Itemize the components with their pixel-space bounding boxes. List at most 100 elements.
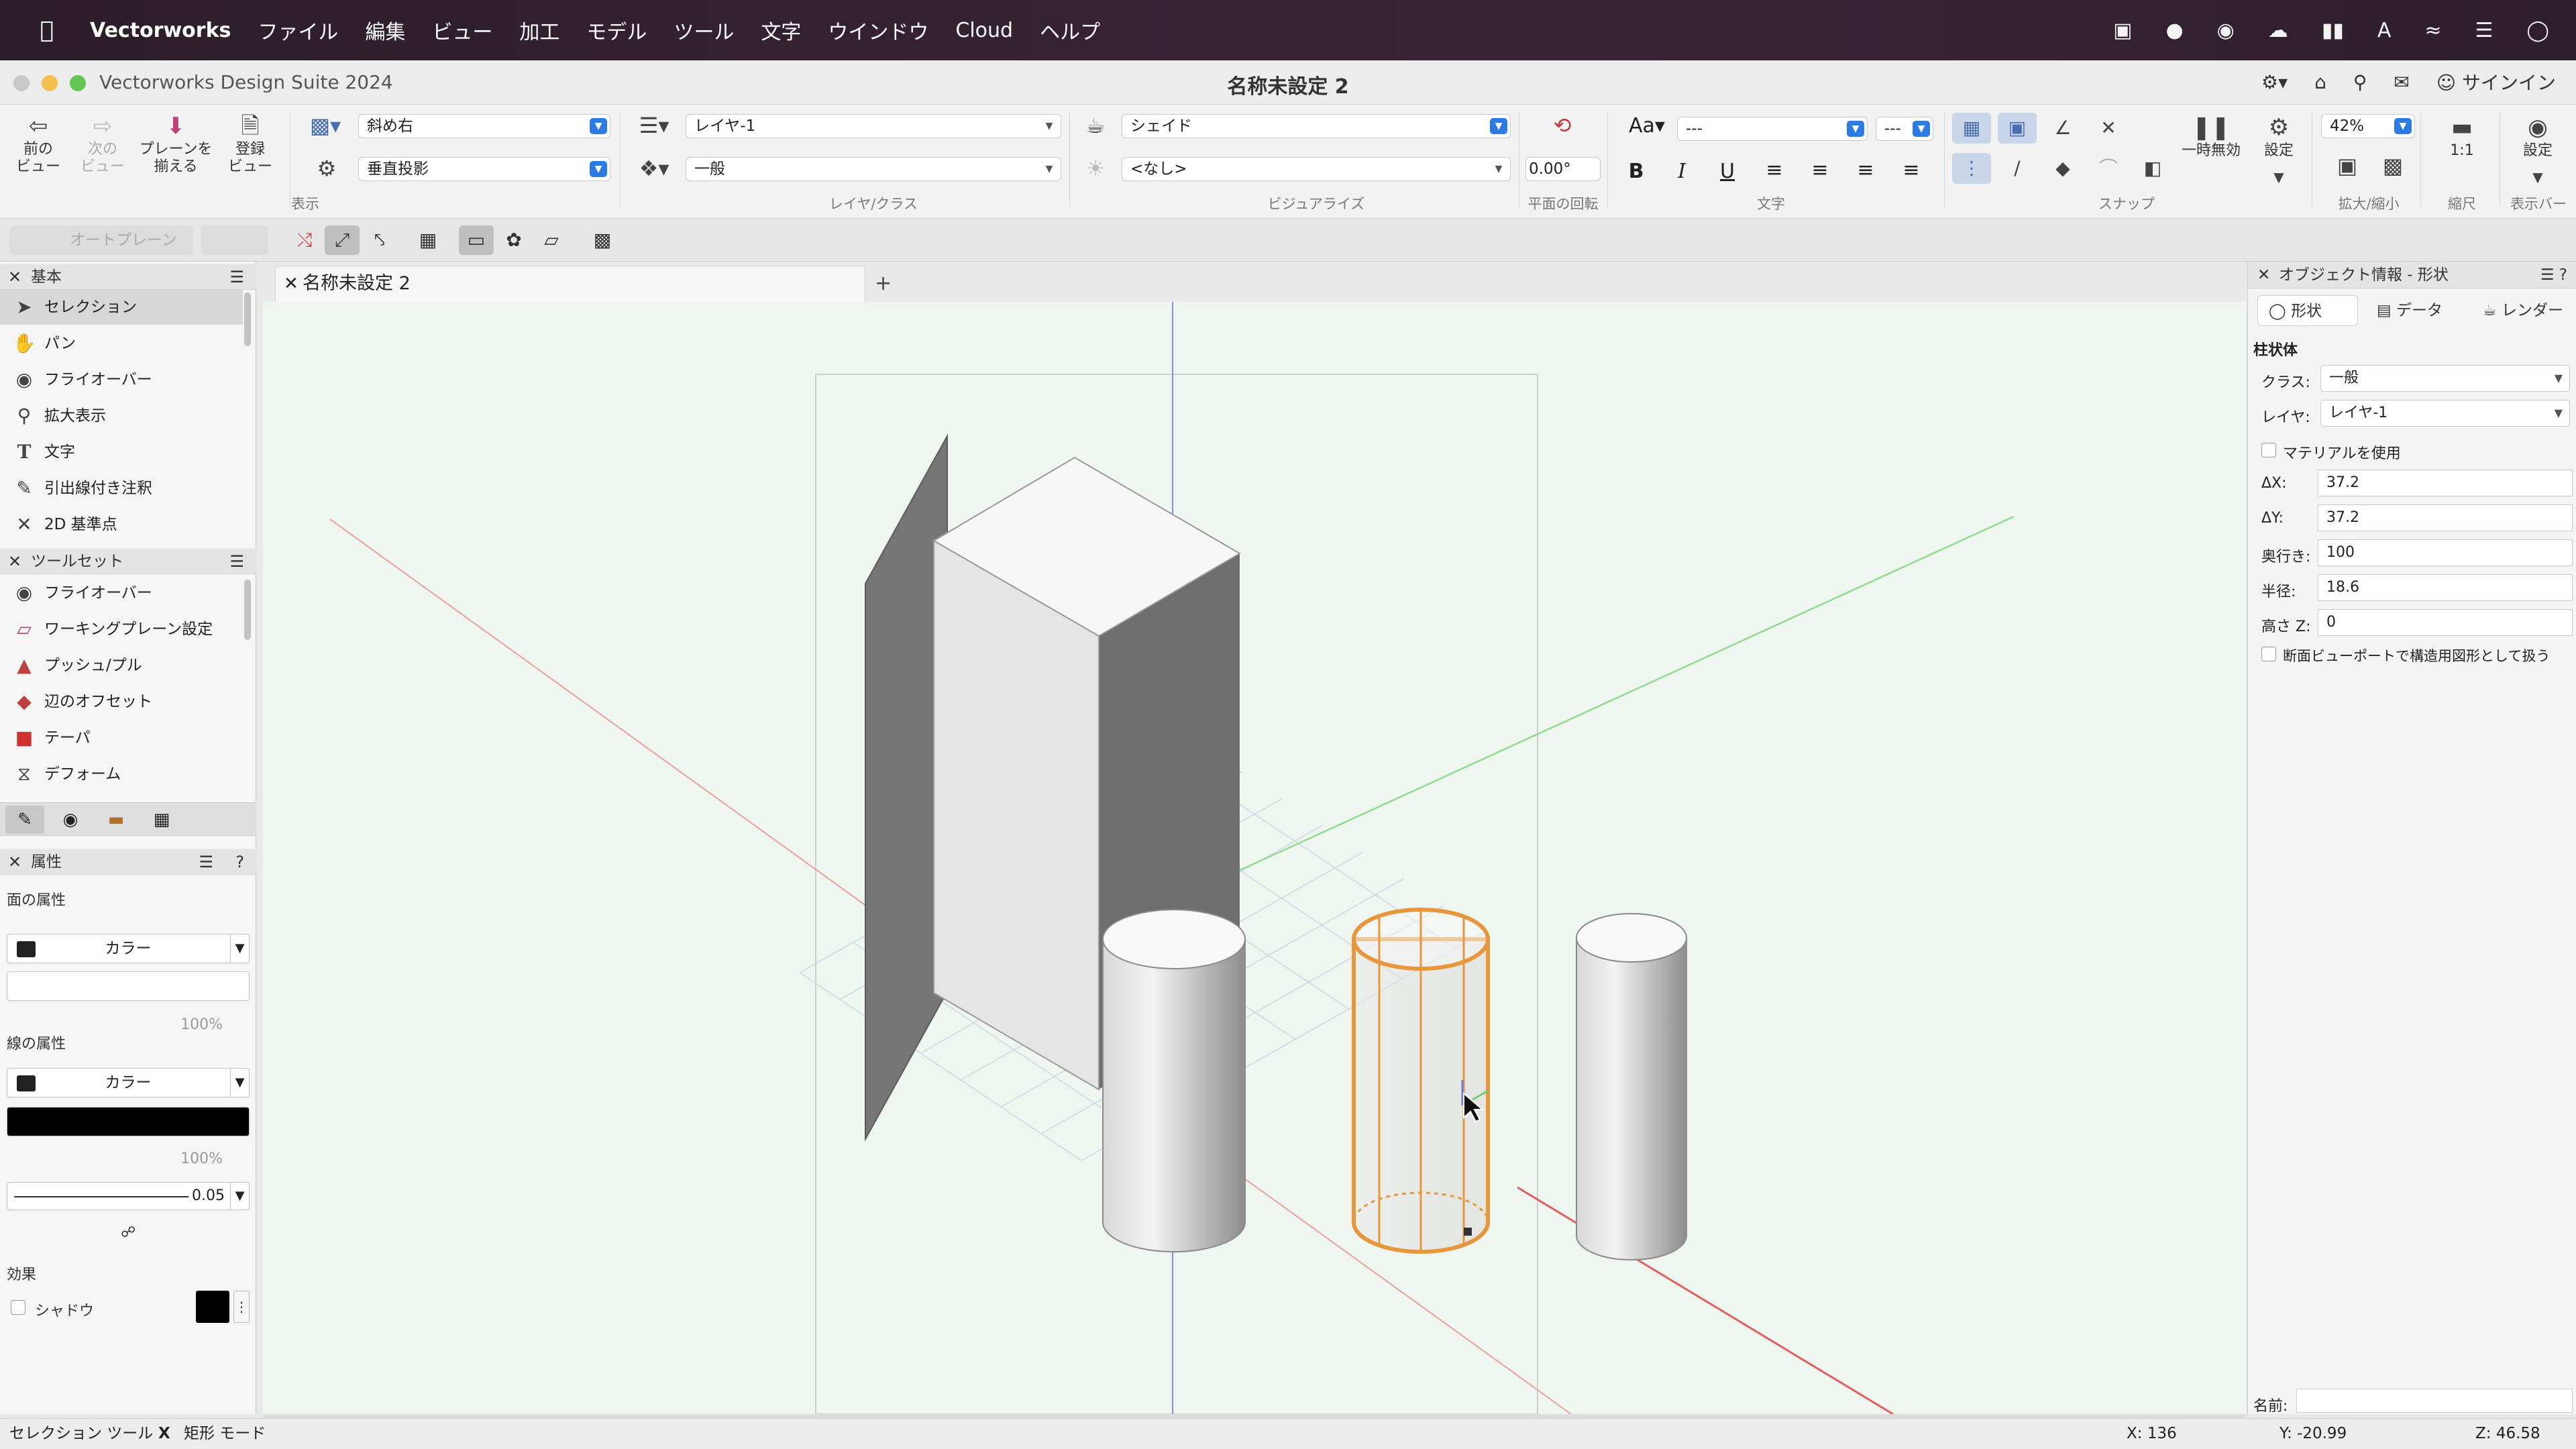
menu-edit[interactable]: 編集 — [365, 15, 405, 45]
tool-flyover-3d[interactable]: ◉ フライオーバー — [0, 576, 243, 610]
unrestricted-scaling-button[interactable]: ⤣ — [362, 225, 397, 255]
screen-record-icon[interactable]: ▣ — [2113, 19, 2132, 42]
depth-field[interactable]: 100 — [2318, 539, 2573, 566]
line-style-select[interactable]: カラー ▼ — [7, 1068, 250, 1097]
close-icon[interactable]: ✕ — [2257, 262, 2270, 288]
fill-style-select[interactable]: カラー ▼ — [7, 934, 250, 963]
document-tab[interactable]: ✕ 名称未設定 2 — [275, 266, 865, 302]
tool-taper[interactable]: ■ テーパ — [0, 720, 243, 755]
focus-icon[interactable]: ● — [2165, 19, 2183, 42]
radius-field[interactable]: 18.6 — [2318, 574, 2573, 601]
search-icon[interactable]: ⚲ — [2353, 71, 2367, 93]
snap-point-button[interactable]: ◆ — [2043, 153, 2082, 184]
disable-interactive-scaling-button[interactable]: ⤭ — [287, 225, 322, 255]
structural-checkbox[interactable] — [2261, 647, 2276, 661]
palette-menu-icon[interactable]: ☰ — [229, 264, 244, 290]
bold-button[interactable]: B — [1619, 160, 1653, 183]
render-mode-select[interactable]: シェイド ▼ — [1122, 114, 1511, 138]
close-window-button[interactable] — [13, 75, 30, 91]
cylinder-right[interactable] — [1576, 913, 1687, 1260]
scale-button[interactable]: ▬ 1:1 — [2428, 113, 2496, 160]
3d-scene[interactable] — [263, 302, 2246, 1414]
toolset-palette-scrollbar[interactable] — [244, 580, 251, 640]
z-height-field[interactable]: 0 — [2318, 609, 2573, 636]
saved-views-button[interactable]: 🗎 登録 ビュー — [221, 111, 279, 176]
italic-button[interactable]: I — [1665, 160, 1699, 183]
chevron-down-icon[interactable]: ▼ — [2521, 169, 2555, 185]
plan-rotation-icon[interactable]: ⟲ — [1546, 113, 1579, 138]
close-icon[interactable]: ✕ — [8, 549, 21, 574]
menu-help[interactable]: ヘルプ — [1040, 15, 1100, 45]
shadow-checkbox[interactable] — [11, 1300, 25, 1315]
tool-preferences-button[interactable]: ▩ — [585, 225, 620, 255]
link-icon[interactable]: ☍ — [121, 1220, 136, 1246]
line-color-box[interactable] — [7, 1107, 250, 1136]
underline-button[interactable]: U — [1711, 160, 1744, 183]
snap-pause-button[interactable]: ❚❚ 一時無効 — [2176, 113, 2246, 160]
snap-grid-button[interactable]: ▦ — [1952, 113, 1991, 144]
tool-pan[interactable]: ✋ パン — [0, 326, 243, 361]
close-icon[interactable]: ✕ — [8, 849, 21, 875]
autoplane-button[interactable]: オートプレーン — [9, 225, 193, 255]
add-tab-button[interactable]: + — [875, 266, 892, 302]
palette-menu-icon[interactable]: ☰ — [199, 849, 213, 875]
view-select[interactable]: 斜め右 ▼ — [358, 114, 610, 138]
line-opacity[interactable]: 100% — [7, 1144, 250, 1174]
chevron-down-icon[interactable]: ▼ — [2262, 169, 2296, 185]
menu-modify[interactable]: 加工 — [519, 15, 559, 45]
menu-view[interactable]: ビュー — [432, 15, 492, 45]
help-icon[interactable]: ? — [235, 849, 244, 875]
tool-2d-locus[interactable]: ✕ 2D 基準点 — [0, 507, 243, 542]
snap-plane-button[interactable]: ◧ — [2133, 153, 2172, 184]
dimension-toolset-icon[interactable]: ▬ — [97, 806, 136, 834]
tool-push-pull[interactable]: ▲ プッシュ/プル — [0, 648, 243, 683]
snap-tangent-button[interactable]: ∕ — [1998, 153, 2037, 184]
snap-edge-button[interactable]: ⌒ — [2089, 153, 2128, 184]
mail-icon[interactable]: ✉ — [2394, 71, 2409, 93]
menu-window[interactable]: ウインドウ — [828, 15, 928, 45]
classes-icon[interactable]: ❖▾ — [631, 156, 678, 181]
basic-palette-scrollbar[interactable] — [244, 292, 251, 346]
close-icon[interactable]: ✕ — [8, 264, 21, 290]
menu-text[interactable]: 文字 — [761, 15, 801, 45]
tab-data[interactable]: ▤ データ — [2366, 295, 2467, 326]
use-material-checkbox[interactable] — [2261, 443, 2276, 458]
siri-icon[interactable]: ◯ — [2526, 19, 2549, 42]
menu-model[interactable]: モデル — [586, 15, 647, 45]
projection-icon[interactable]: ⚙ — [310, 156, 343, 181]
signin-button[interactable]: ☺ サインイン — [2436, 68, 2556, 95]
snap-intersection-button[interactable]: ✕ — [2089, 113, 2128, 144]
cloud-icon[interactable]: ☁ — [2268, 19, 2288, 42]
oip-layer-select[interactable]: レイヤ-1 ▼ — [2320, 400, 2570, 427]
shadow-color-swatch[interactable] — [196, 1291, 229, 1323]
single-object-scaling-button[interactable]: ⤢ — [325, 225, 360, 255]
next-view-button[interactable]: ⇨ 次の ビュー — [74, 111, 131, 176]
battery-icon[interactable]: ▮▮ — [2322, 19, 2344, 42]
lighting-icon[interactable]: ☀ — [1079, 156, 1112, 181]
building-shell-toolset-icon[interactable]: ▦ — [142, 806, 181, 834]
tool-text[interactable]: T 文字 — [0, 435, 243, 470]
app-menu[interactable]: Vectorworks — [90, 19, 231, 42]
tool-selection[interactable]: ➤ セレクション — [0, 290, 243, 325]
align-center-button[interactable]: ≡ — [1803, 158, 1837, 182]
snap-angle-button[interactable]: ∠ — [2043, 113, 2082, 144]
font-aa-icon[interactable]: Aa▾ — [1623, 114, 1670, 138]
visualize-select[interactable]: <なし> ▼ — [1122, 157, 1511, 181]
palette-menu-icon[interactable]: ☰ — [229, 549, 244, 574]
close-icon[interactable]: ✕ — [284, 266, 299, 301]
control-center-icon[interactable]: ☰ — [2475, 19, 2493, 42]
tool-zoom[interactable]: ⚲ 拡大表示 — [0, 398, 243, 433]
polygon-mode-button[interactable]: ▱ — [534, 225, 569, 255]
more-icon[interactable]: ⋮ — [233, 1291, 250, 1323]
view-icon[interactable]: ▩▾ — [302, 113, 349, 138]
menu-tools[interactable]: ツール — [674, 15, 734, 45]
fill-color-box[interactable] — [7, 971, 250, 1001]
font-select[interactable]: --- ▼ — [1677, 117, 1868, 141]
name-field[interactable] — [2296, 1389, 2573, 1413]
visualization-toolset-icon[interactable]: ◉ — [51, 806, 90, 834]
lasso-mode-button[interactable]: ✿ — [496, 225, 531, 255]
render-teapot-icon[interactable]: ☕ — [1079, 113, 1112, 138]
align-plane-button[interactable]: ⬇ プレーンを 揃える — [137, 111, 215, 176]
fit-to-page-icon[interactable]: ▩ — [2376, 153, 2410, 178]
oip-class-select[interactable]: 一般 ▼ — [2320, 365, 2570, 392]
